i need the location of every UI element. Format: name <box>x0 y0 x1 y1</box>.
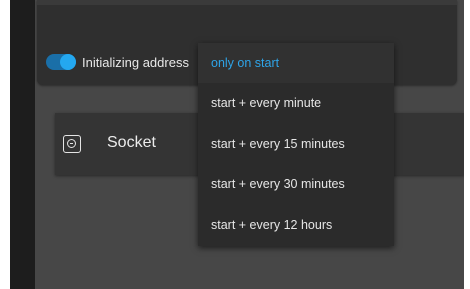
initializing-address-toggle[interactable] <box>46 54 76 70</box>
menu-item-every-30-minutes[interactable]: start + every 30 minutes <box>198 164 394 204</box>
socket-icon <box>63 135 81 153</box>
menu-item-every-minute[interactable]: start + every minute <box>198 83 394 123</box>
menu-item-every-15-minutes[interactable]: start + every 15 minutes <box>198 124 394 164</box>
menu-item-only-on-start[interactable]: only on start <box>198 43 394 83</box>
interval-dropdown-menu: only on start start + every minute start… <box>198 43 394 246</box>
toggle-knob <box>60 54 76 70</box>
menu-item-every-12-hours[interactable]: start + every 12 hours <box>198 205 394 245</box>
socket-device-label: Socket <box>107 134 156 151</box>
initializing-address-label: Initializing address <box>82 55 189 70</box>
left-sidebar-edge <box>10 0 35 289</box>
